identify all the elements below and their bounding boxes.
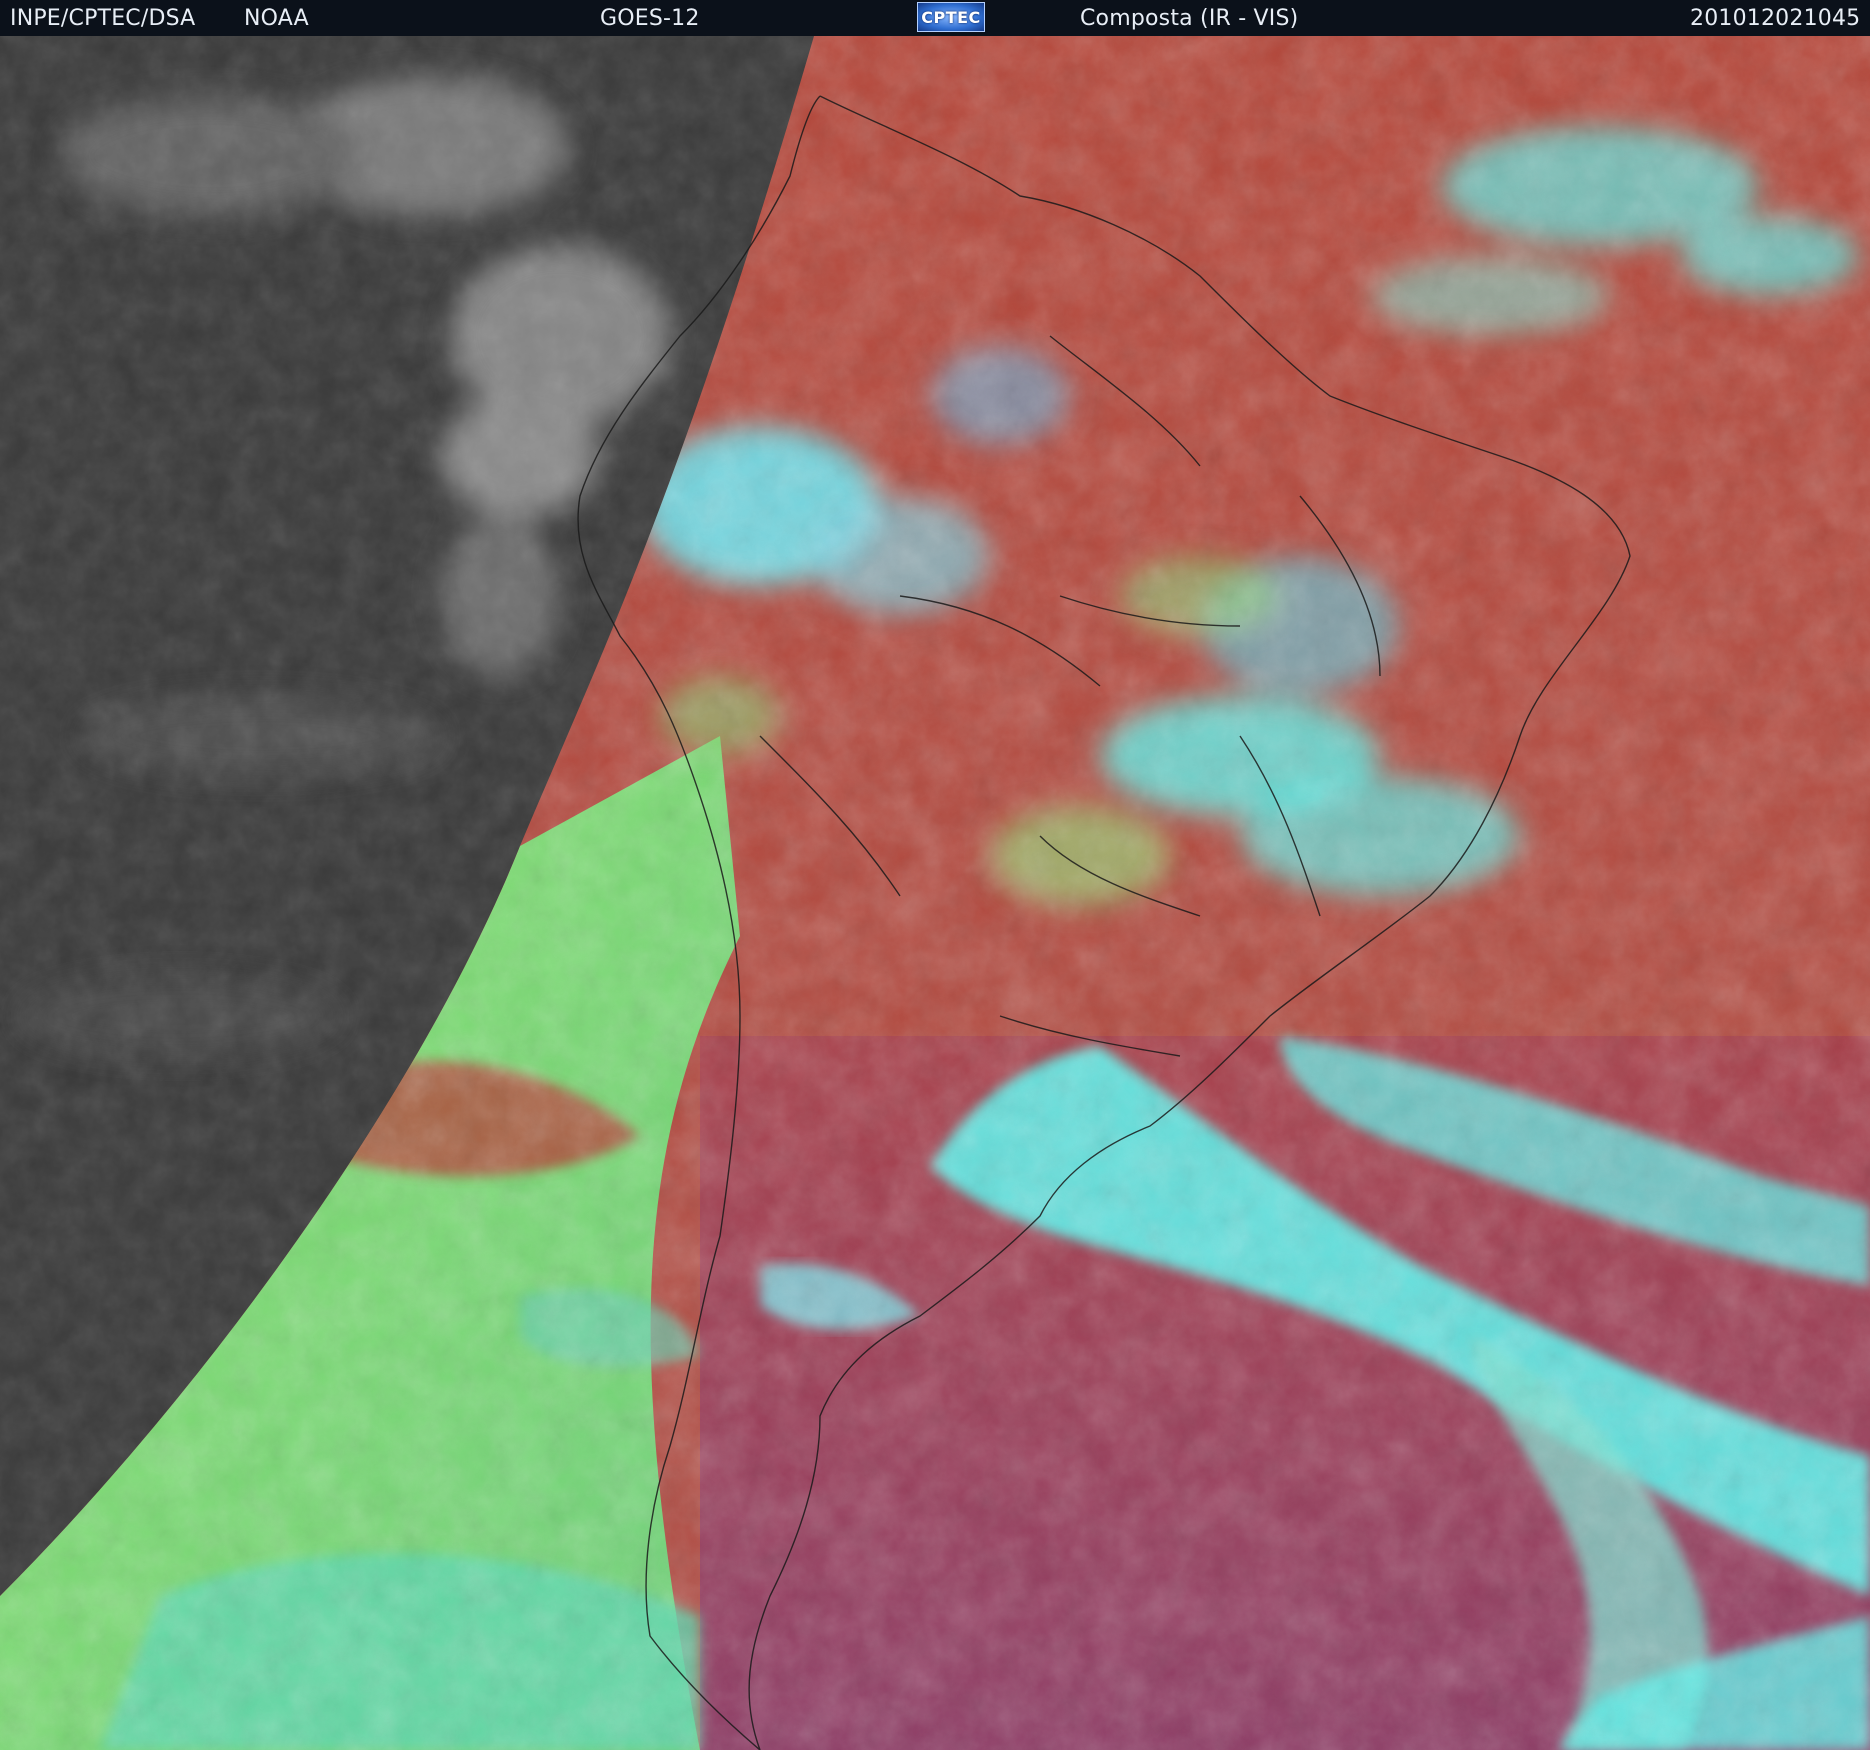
cptec-logo-icon: CPTEC xyxy=(917,2,985,32)
timestamp-label: 201012021045 xyxy=(1690,6,1861,31)
satellite-composite-svg xyxy=(0,36,1870,1750)
agency-label: INPE/CPTEC/DSA xyxy=(10,6,196,31)
image-header-bar: INPE/CPTEC/DSA NOAA GOES-12 CPTEC Compos… xyxy=(0,0,1870,36)
product-label: Composta (IR - VIS) xyxy=(1080,6,1299,31)
satellite-label: GOES-12 xyxy=(600,6,700,31)
provider-label: NOAA xyxy=(244,6,309,31)
satellite-image xyxy=(0,36,1870,1750)
cptec-logo-text: CPTEC xyxy=(921,7,981,27)
